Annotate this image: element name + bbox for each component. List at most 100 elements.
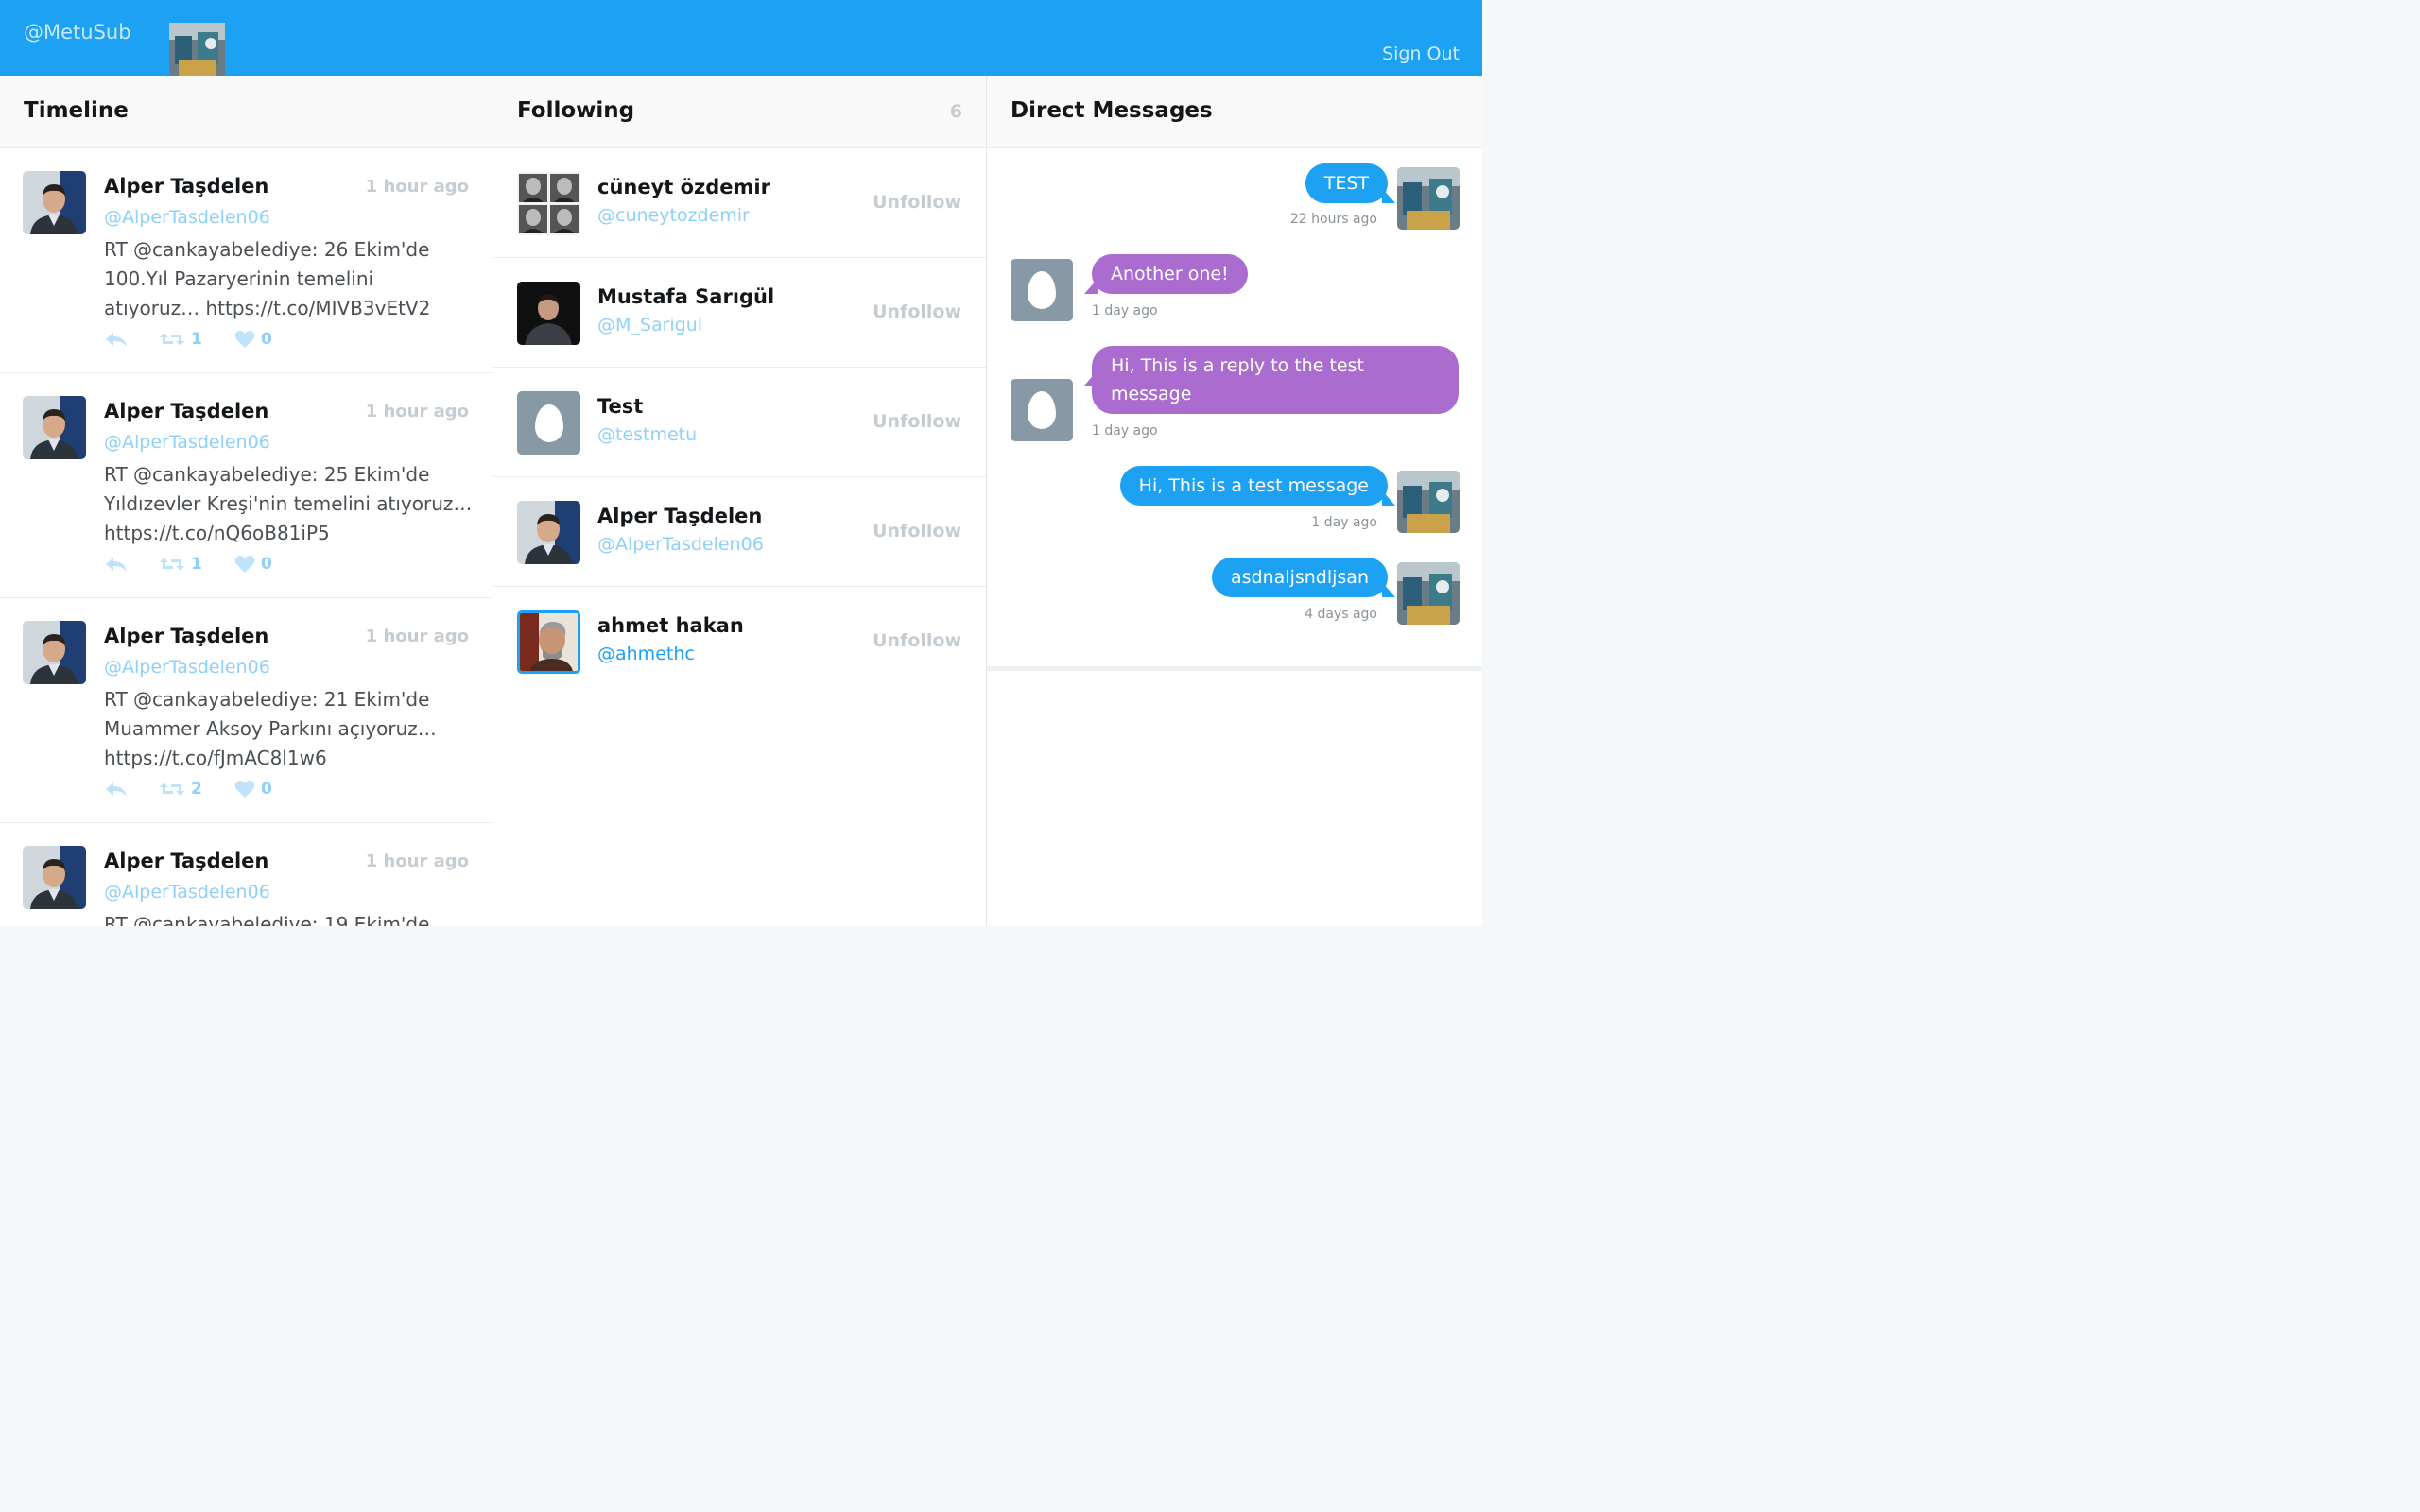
following-header: Following 6 xyxy=(493,76,986,148)
default-egg-avatar-icon xyxy=(1011,259,1073,321)
following-name[interactable]: Mustafa Sarıgül xyxy=(597,285,774,308)
tweet-author-name[interactable]: Alper Taşdelen xyxy=(104,850,268,872)
tweet-text: RT @cankayabelediye: 21 Ekim'de Muammer … xyxy=(104,688,437,769)
message-timestamp: 1 day ago xyxy=(1092,423,1158,438)
tweet-author-handle[interactable]: @AlperTasdelen06 xyxy=(104,657,270,678)
received-message-bubble[interactable]: Another one! xyxy=(1092,254,1248,294)
tweet-text: RT @cankayabelediye: 25 Ekim'de Yıldızev… xyxy=(104,463,473,544)
timeline-column: Timeline Alper Taşdelen 1 hour ago @AlperT… xyxy=(0,76,493,926)
timeline-title: Timeline xyxy=(24,98,129,123)
following-item[interactable]: cüneyt özdemir @cuneytozdemir Unfollow xyxy=(493,148,986,258)
default-egg-avatar-icon xyxy=(517,391,580,455)
tweet-text: RT @cankayabelediye: 19 Ekim'de xyxy=(104,913,430,926)
profile-photo-icon xyxy=(1397,471,1460,533)
recipient-avatar[interactable] xyxy=(1011,379,1073,441)
following-handle[interactable]: @cuneytozdemir xyxy=(597,205,750,226)
tweet[interactable]: Alper Taşdelen 1 hour ago @AlperTasdelen06… xyxy=(0,823,493,926)
brand-handle[interactable]: @MetuSub xyxy=(24,21,131,43)
tweet-author-avatar[interactable] xyxy=(23,171,86,234)
following-name[interactable]: cüneyt özdemir xyxy=(597,176,770,198)
tweet[interactable]: Alper Taşdelen 1 hour ago @AlperTasdelen06… xyxy=(0,598,493,823)
tweet-timestamp: 1 hour ago xyxy=(365,402,469,421)
tweet-author-name[interactable]: Alper Taşdelen xyxy=(104,625,268,647)
recipient-avatar[interactable] xyxy=(1011,259,1073,321)
following-handle[interactable]: @AlperTasdelen06 xyxy=(597,534,764,555)
following-avatar[interactable] xyxy=(517,501,580,564)
following-item[interactable]: ahmet hakan @ahmethc Unfollow xyxy=(493,587,986,696)
following-name[interactable]: Alper Taşdelen xyxy=(597,505,762,527)
retweet-icon xyxy=(160,333,184,346)
profile-photo-icon xyxy=(23,846,86,909)
heart-icon xyxy=(234,330,255,348)
tweet-author-name[interactable]: Alper Taşdelen xyxy=(104,175,268,198)
top-bar: @MetuSub Sign Out xyxy=(0,0,1482,76)
bubble-tail xyxy=(1084,370,1098,386)
reply-button[interactable] xyxy=(104,553,129,576)
unfollow-button[interactable]: Unfollow xyxy=(873,301,961,322)
following-item[interactable]: Mustafa Sarıgül @M_Sarigul Unfollow xyxy=(493,258,986,368)
message-timestamp: 4 days ago xyxy=(1305,607,1377,622)
following-count: 6 xyxy=(949,101,962,122)
retweet-icon xyxy=(160,782,184,796)
tweet-author-name[interactable]: Alper Taşdelen xyxy=(104,400,268,422)
like-button[interactable]: 0 xyxy=(234,328,272,351)
retweet-count: 1 xyxy=(191,330,202,349)
tweet-author-avatar[interactable] xyxy=(23,846,86,909)
bubble-tail xyxy=(1084,279,1098,294)
tweet-author-handle[interactable]: @AlperTasdelen06 xyxy=(104,882,270,902)
unfollow-button[interactable]: Unfollow xyxy=(873,411,961,432)
tweet[interactable]: Alper Taşdelen 1 hour ago @AlperTasdelen06… xyxy=(0,148,493,373)
bubble-tail xyxy=(1382,188,1395,203)
sent-message-bubble[interactable]: TEST xyxy=(1305,163,1388,203)
like-count: 0 xyxy=(261,330,272,349)
dm-header: Direct Messages xyxy=(987,76,1482,148)
sign-out-link[interactable]: Sign Out xyxy=(1382,43,1460,64)
reply-button[interactable] xyxy=(104,778,129,800)
tweet[interactable]: Alper Taşdelen 1 hour ago @AlperTasdelen06… xyxy=(0,373,493,598)
following-name[interactable]: ahmet hakan xyxy=(597,614,744,637)
tweet-timestamp: 1 hour ago xyxy=(365,627,469,646)
following-column: Following 6 cüneyt özdemir @cuneytozdemir… xyxy=(493,76,987,926)
reply-button[interactable] xyxy=(104,328,129,351)
like-button[interactable]: 0 xyxy=(234,553,272,576)
sent-message-bubble[interactable]: Hi, This is a test message xyxy=(1119,466,1388,506)
tweet-author-avatar[interactable] xyxy=(23,396,86,459)
following-item[interactable]: Test @testmetu Unfollow xyxy=(493,368,986,477)
sender-avatar[interactable] xyxy=(1397,471,1460,533)
sent-message-bubble[interactable]: asdnaljsndljsan xyxy=(1212,558,1388,597)
following-avatar[interactable] xyxy=(517,610,580,674)
current-user-avatar[interactable] xyxy=(169,23,225,76)
received-message-bubble[interactable]: Hi, This is a reply to the test message xyxy=(1092,346,1459,414)
bubble-tail xyxy=(1382,490,1395,506)
following-handle[interactable]: @testmetu xyxy=(597,424,697,445)
message-timestamp: 1 day ago xyxy=(1311,515,1377,530)
message-timestamp: 22 hours ago xyxy=(1289,212,1377,227)
retweet-button[interactable]: 1 xyxy=(159,328,202,351)
following-avatar[interactable] xyxy=(517,172,580,235)
tweet-timestamp: 1 hour ago xyxy=(365,851,469,871)
retweet-count: 1 xyxy=(191,555,202,574)
dm-title: Direct Messages xyxy=(1011,98,1213,123)
following-title: Following xyxy=(517,98,635,123)
unfollow-button[interactable]: Unfollow xyxy=(873,521,961,541)
tweet-author-handle[interactable]: @AlperTasdelen06 xyxy=(104,207,270,228)
retweet-icon xyxy=(160,558,184,571)
following-name[interactable]: Test xyxy=(597,395,643,418)
tweet-author-avatar[interactable] xyxy=(23,621,86,684)
dm-column: Direct Messages TEST 22 hours ago Another … xyxy=(987,76,1482,926)
retweet-button[interactable]: 1 xyxy=(159,553,202,576)
retweet-button[interactable]: 2 xyxy=(159,778,202,800)
tweet-author-handle[interactable]: @AlperTasdelen06 xyxy=(104,432,270,453)
unfollow-button[interactable]: Unfollow xyxy=(873,192,961,213)
retweet-count: 2 xyxy=(191,780,202,799)
like-button[interactable]: 0 xyxy=(234,778,272,800)
following-handle[interactable]: @M_Sarigul xyxy=(597,315,702,335)
sender-avatar[interactable] xyxy=(1397,562,1460,625)
following-item[interactable]: Alper Taşdelen @AlperTasdelen06 Unfollow xyxy=(493,477,986,587)
reply-icon xyxy=(106,782,127,797)
sender-avatar[interactable] xyxy=(1397,167,1460,230)
following-handle[interactable]: @ahmethc xyxy=(597,644,695,664)
following-avatar[interactable] xyxy=(517,391,580,455)
following-avatar[interactable] xyxy=(517,282,580,345)
unfollow-button[interactable]: Unfollow xyxy=(873,630,961,651)
